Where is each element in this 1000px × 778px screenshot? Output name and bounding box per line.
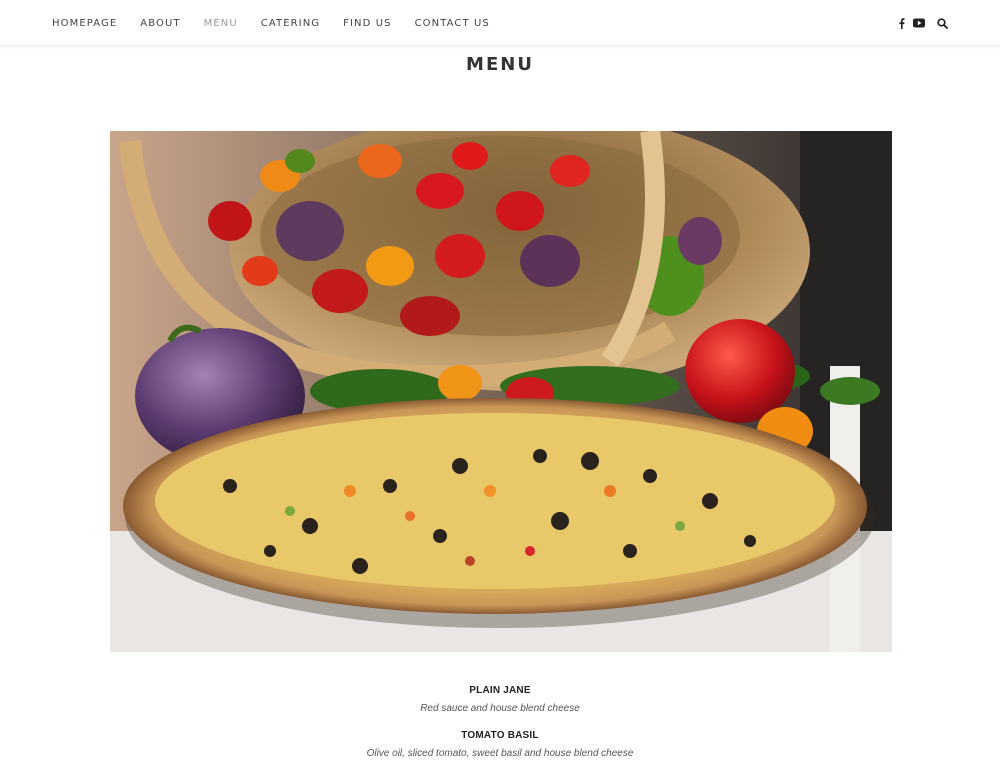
nav-link-contact-us[interactable]: CONTACT US xyxy=(415,18,490,29)
nav-link-homepage[interactable]: HOMEPAGE xyxy=(52,18,117,29)
page-title: MENU xyxy=(466,54,534,75)
hero-image xyxy=(110,131,892,652)
nav-icons xyxy=(890,0,948,46)
menu-item: PLAIN JANE Red sauce and house blend che… xyxy=(0,684,1000,716)
pizza-with-peppers-photo xyxy=(110,131,892,652)
nav-link-about[interactable]: ABOUT xyxy=(140,18,180,29)
menu-item: TOMATO BASIL Olive oil, sliced tomato, s… xyxy=(0,729,1000,761)
menu-item-description: Olive oil, sliced tomato, sweet basil an… xyxy=(366,748,634,759)
menu-item-name: TOMATO BASIL xyxy=(461,730,539,741)
menu-item-name: PLAIN JANE xyxy=(469,685,531,696)
nav-links: HOMEPAGE ABOUT MENU CATERING FIND US CON… xyxy=(52,0,513,46)
search-icon[interactable] xyxy=(937,17,948,29)
youtube-icon[interactable] xyxy=(913,18,925,28)
facebook-icon[interactable] xyxy=(898,17,905,29)
menu-item-description: Red sauce and house blend cheese xyxy=(420,703,580,714)
nav-link-catering[interactable]: CATERING xyxy=(261,18,320,29)
nav-link-menu[interactable]: MENU xyxy=(204,18,238,29)
top-navigation: HOMEPAGE ABOUT MENU CATERING FIND US CON… xyxy=(0,0,1000,46)
nav-link-find-us[interactable]: FIND US xyxy=(343,18,391,29)
menu-list: PLAIN JANE Red sauce and house blend che… xyxy=(0,684,1000,774)
